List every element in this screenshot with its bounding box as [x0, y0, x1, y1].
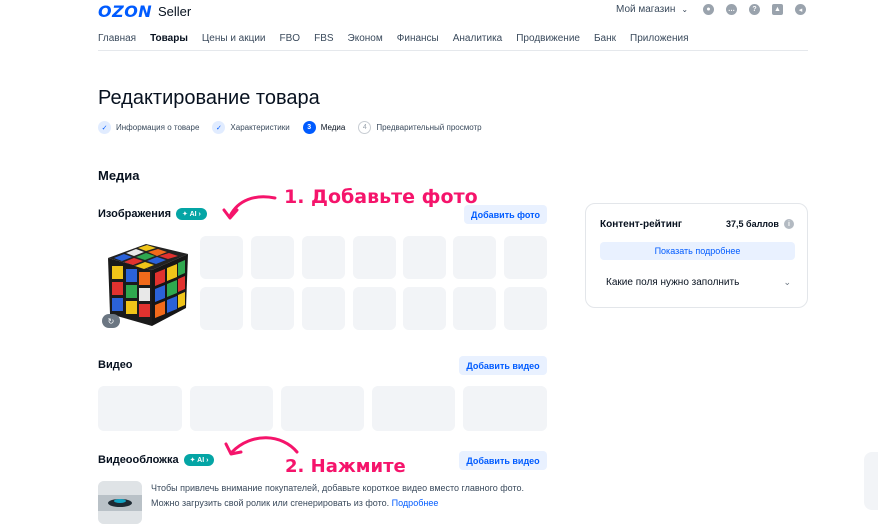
images-label: Изображения — [98, 208, 172, 220]
image-slot[interactable] — [403, 236, 446, 279]
description-line-1: Чтобы привлечь внимание покупателей, доб… — [151, 483, 524, 493]
education-icon[interactable]: ▲ — [772, 4, 783, 15]
fields-dropdown-label: Какие поля нужно заполнить — [606, 277, 740, 288]
nav-item-bank[interactable]: Банк — [594, 33, 616, 44]
show-details-button[interactable]: Показать подробнее — [600, 242, 795, 260]
rating-score-wrap: 37,5 баллов i — [726, 219, 794, 229]
check-icon: ✓ — [212, 121, 226, 134]
media-heading: Медиа — [98, 168, 140, 183]
fields-dropdown[interactable]: Какие поля нужно заполнить ⌄ — [606, 277, 791, 288]
nav-divider — [98, 50, 808, 51]
step-preview[interactable]: 4 Предварительный просмотр — [358, 121, 482, 134]
page-title: Редактирование товара — [98, 87, 320, 109]
step-label: Характеристики — [230, 123, 290, 132]
step-number: 3 — [302, 121, 316, 134]
image-slot[interactable] — [353, 236, 396, 279]
ai-badge-label: AI — [189, 211, 197, 218]
annotation-add-photo: 1. Добавьте фото — [284, 186, 478, 208]
store-selector[interactable]: Мой магазин ⌄ — [616, 4, 688, 15]
rating-title: Контент-рейтинг — [600, 219, 683, 230]
nav-item-promotion[interactable]: Продвижение — [516, 33, 580, 44]
image-slot[interactable] — [251, 287, 294, 330]
add-photo-button[interactable]: Добавить фото — [464, 205, 547, 224]
nav-item-products[interactable]: Товары — [150, 33, 188, 44]
arrow-annotation-1 — [222, 195, 277, 220]
image-slot[interactable] — [403, 287, 446, 330]
video-slot[interactable] — [98, 386, 182, 431]
more-link[interactable]: Подробнее — [392, 498, 439, 508]
store-label: Мой магазин — [616, 4, 676, 15]
description-line-2: Можно загрузить свой ролик или сгенериро… — [151, 496, 551, 511]
add-cover-video-button[interactable]: Добавить видео — [459, 451, 547, 470]
nav-item-analytics[interactable]: Аналитика — [453, 33, 503, 44]
video-label: Видео — [98, 359, 133, 371]
chevron-down-icon: ⌄ — [681, 5, 689, 14]
info-icon[interactable]: i — [783, 219, 794, 229]
ai-badge[interactable]: ✦ AI › — [183, 454, 215, 466]
check-icon: ✓ — [98, 121, 111, 134]
nav-item-home[interactable]: Главная — [98, 33, 136, 44]
images-heading: Изображения ✦ AI › — [98, 208, 207, 220]
step-number: 4 — [358, 121, 372, 134]
nav-item-apps[interactable]: Приложения — [630, 33, 689, 44]
nav-item-finance[interactable]: Финансы — [397, 33, 439, 44]
header-icons: ● … ? ▲ ◂ — [703, 4, 806, 15]
add-video-button[interactable]: Добавить видео — [459, 356, 547, 375]
step-label: Информация о товаре — [116, 123, 200, 132]
step-media[interactable]: 3 Медиа — [302, 121, 346, 134]
image-slot[interactable] — [302, 287, 345, 330]
image-slot[interactable] — [353, 287, 396, 330]
step-info[interactable]: ✓ Информация о товаре — [98, 121, 199, 134]
image-slot[interactable] — [200, 236, 243, 279]
nav-item-prices[interactable]: Цены и акции — [202, 33, 266, 44]
nav-item-fbs[interactable]: FBS — [314, 33, 333, 44]
step-label: Медиа — [320, 123, 346, 132]
annotation-click: 2. Нажмите — [285, 456, 406, 477]
image-slot[interactable] — [504, 287, 547, 330]
image-slot[interactable] — [504, 236, 547, 279]
video-slot[interactable] — [281, 386, 364, 431]
video-slot[interactable] — [372, 386, 455, 431]
main-nav: Главная Товары Цены и акции FBO FBS Экон… — [98, 33, 703, 44]
cover-thumbnail[interactable] — [98, 481, 142, 524]
car-thumbnail-image — [98, 481, 142, 524]
video-cover-heading: Видеообложка ✦ AI › — [98, 454, 215, 466]
side-widget[interactable] — [864, 452, 878, 510]
video-slot[interactable] — [190, 386, 273, 431]
step-characteristics[interactable]: ✓ Характеристики — [212, 121, 290, 134]
chevron-down-icon: ⌄ — [783, 277, 791, 287]
regenerate-icon[interactable]: ↻ — [102, 314, 120, 328]
user-icon[interactable]: ● — [703, 4, 714, 15]
nav-item-econom[interactable]: Эконом — [348, 33, 383, 44]
video-cover-description: Чтобы привлечь внимание покупателей, доб… — [151, 481, 551, 511]
help-icon[interactable]: ? — [749, 4, 760, 15]
video-cover-label: Видеообложка — [98, 454, 179, 466]
nav-item-fbo[interactable]: FBO — [280, 33, 301, 44]
chat-icon[interactable]: … — [726, 4, 737, 15]
image-slot[interactable] — [302, 236, 345, 279]
sparkle-icon: ✦ — [182, 211, 190, 218]
video-slot[interactable] — [463, 386, 547, 431]
stepper: ✓ Информация о товаре ✓ Характеристики 3… — [98, 121, 495, 134]
rating-score: 37,5 баллов — [726, 219, 779, 229]
main-product-image[interactable]: ↻ — [98, 236, 192, 330]
ozon-logo[interactable]: OZON — [98, 2, 152, 21]
description-text: Можно загрузить свой ролик или сгенериро… — [151, 498, 390, 508]
content-rating-card: Контент-рейтинг 37,5 баллов i Показать п… — [585, 203, 808, 308]
notifications-icon[interactable]: ◂ — [795, 4, 806, 15]
video-heading: Видео — [98, 359, 133, 371]
step-label: Предварительный просмотр — [376, 123, 482, 132]
logo-seller-label: Seller — [158, 4, 192, 19]
ai-badge-label: AI — [197, 457, 205, 464]
image-slot[interactable] — [453, 287, 496, 330]
image-slot[interactable] — [453, 236, 496, 279]
image-slot[interactable] — [251, 236, 294, 279]
image-slot[interactable] — [200, 287, 243, 330]
ai-badge[interactable]: ✦ AI › — [176, 208, 207, 220]
